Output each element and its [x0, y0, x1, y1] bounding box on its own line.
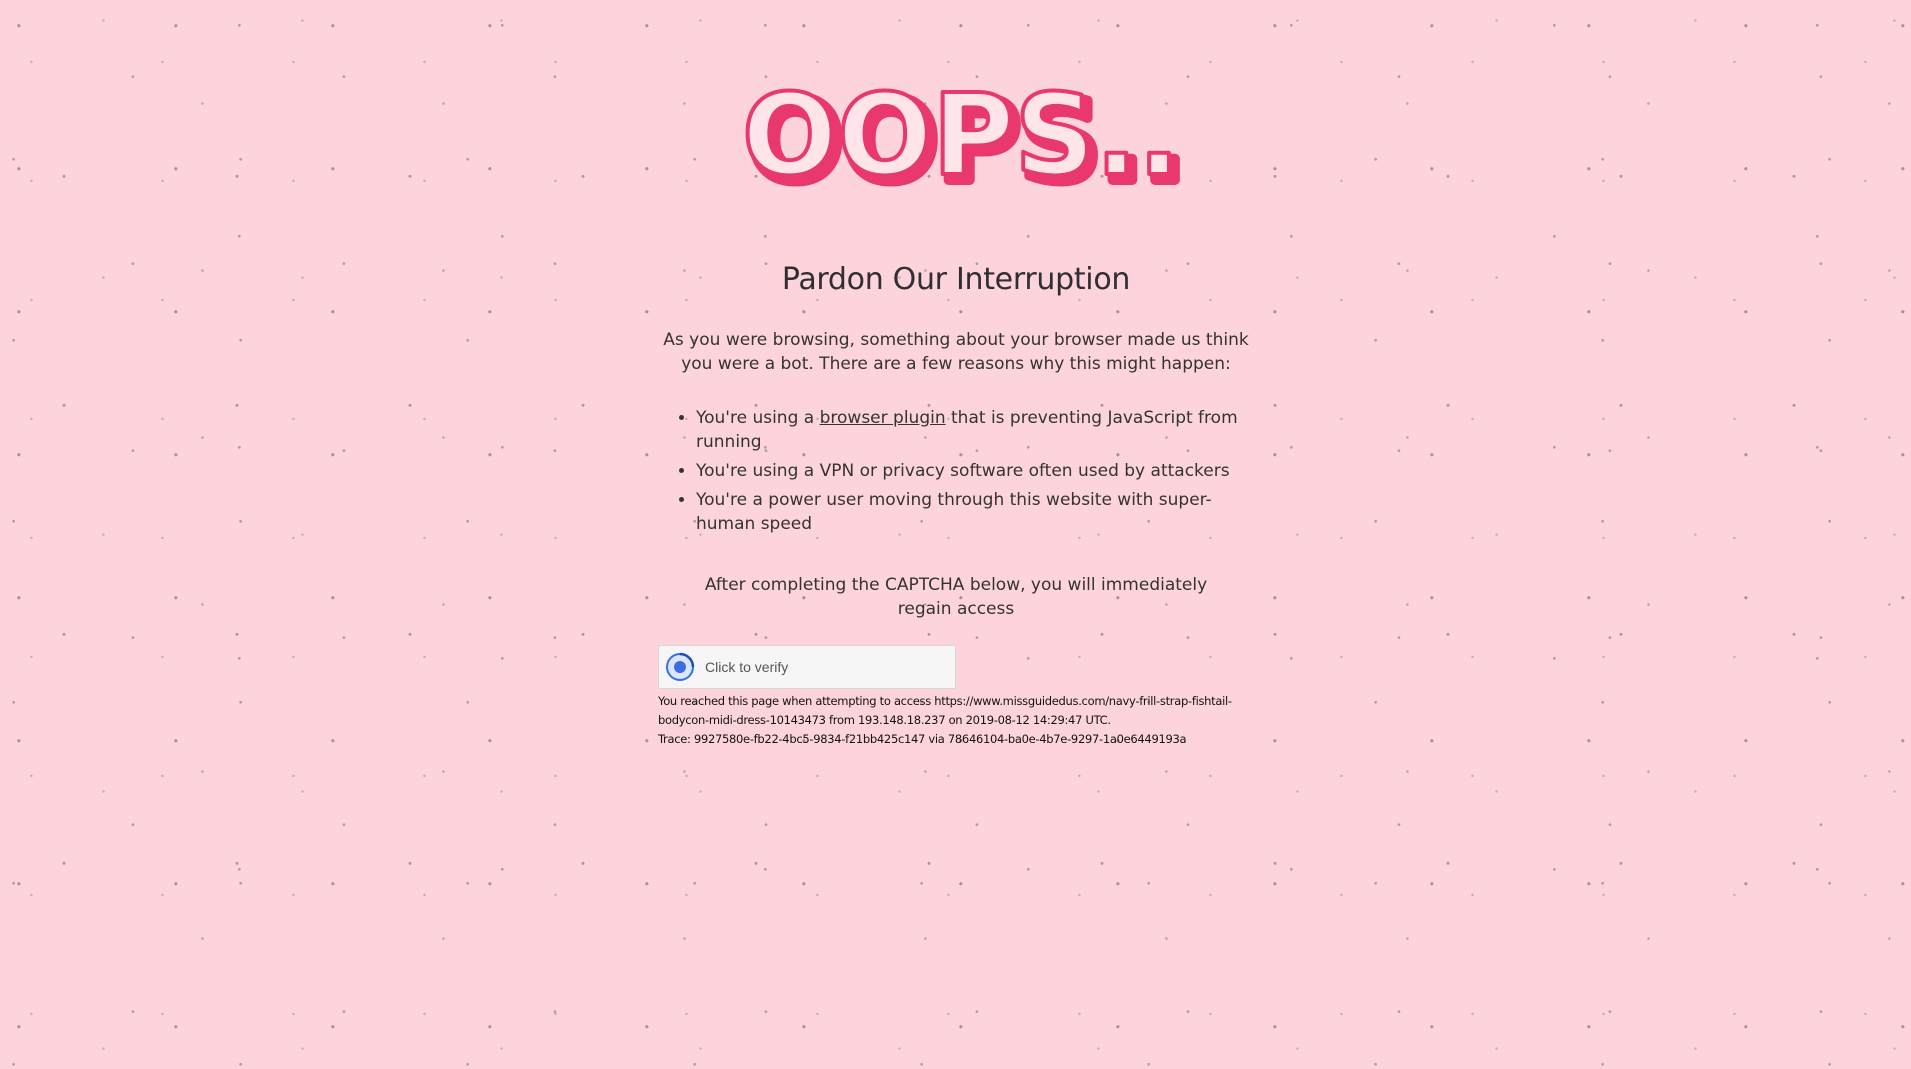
oops-logo-graphic: OOPS... OOPS... [740, 88, 1180, 198]
captcha-label: Click to verify [705, 659, 789, 675]
oops-logo: OOPS... OOPS... [740, 88, 1180, 198]
page-title: Pardon Our Interruption [781, 262, 1131, 297]
reasons-list: You're using a browser plugin that is pr… [656, 406, 1256, 541]
after-captcha-text: After completing the CAPTCHA below, you … [704, 575, 1208, 619]
captcha-verify-button[interactable]: Click to verify [658, 645, 956, 689]
access-details: You reached this page when attempting to… [658, 692, 1258, 749]
browser-plugin-link[interactable]: browser plugin [820, 408, 946, 428]
trace-line: Trace: 9927580e-fb22-4bc5-9834-f21bb425c… [658, 732, 1187, 746]
access-line: You reached this page when attempting to… [658, 694, 1232, 727]
intro-paragraph: As you were browsing, something about yo… [663, 330, 1249, 374]
reason-item-browser-plugin: You're using a browser plugin that is pr… [696, 406, 1256, 454]
reason-text-before: You're using a [696, 408, 820, 428]
reason-item-power-user: You're a power user moving through this … [696, 488, 1256, 536]
oops-logo-text: OOPS... [742, 88, 1180, 198]
reason-item-vpn: You're using a VPN or privacy software o… [696, 459, 1256, 483]
radio-spinner-icon [666, 652, 695, 681]
